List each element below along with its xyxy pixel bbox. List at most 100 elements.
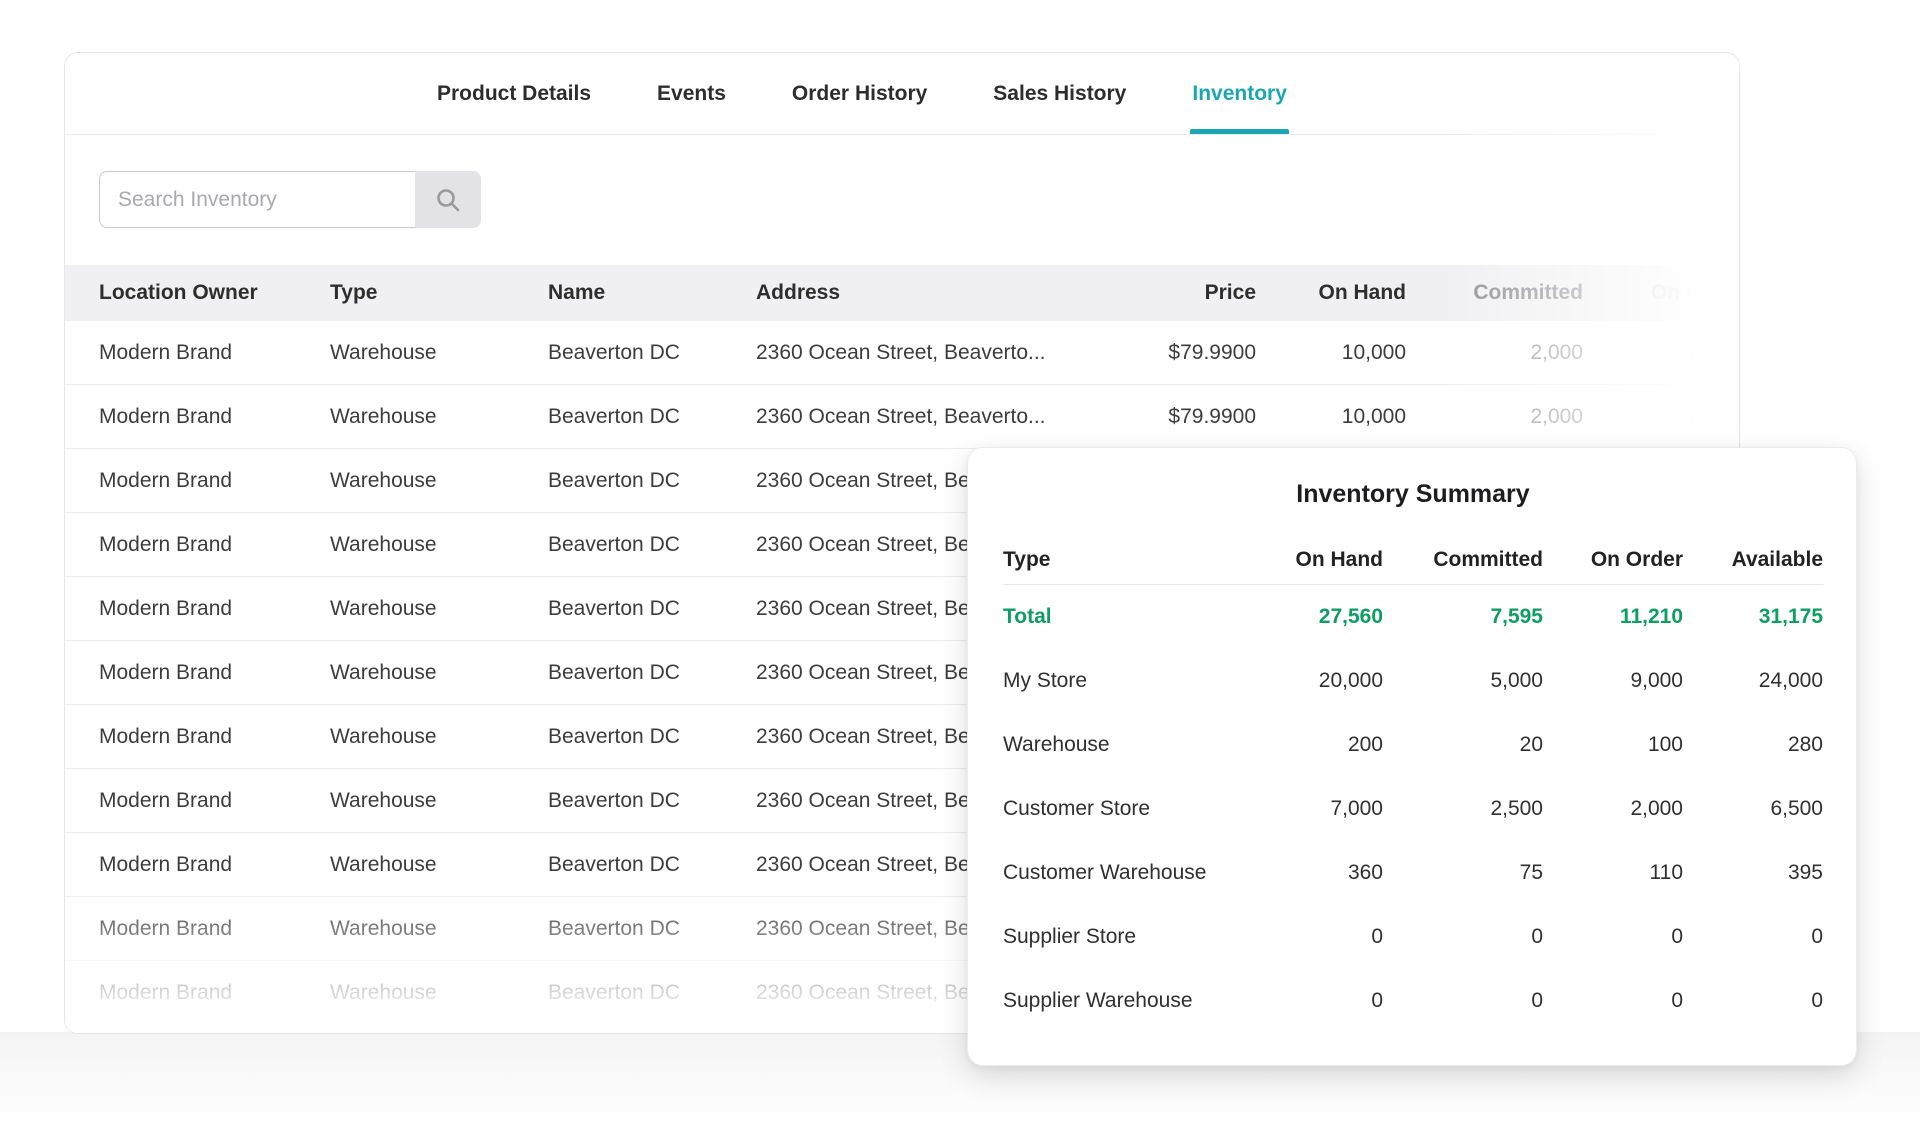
cell-on-hand: 10,000 <box>1256 405 1406 429</box>
col-committed: Committed <box>1406 281 1583 305</box>
tab-order-history[interactable]: Order History <box>792 53 927 134</box>
col-name: Name <box>548 281 756 305</box>
sum-cell-committed: 0 <box>1383 989 1543 1013</box>
cell-type: Warehouse <box>330 661 548 685</box>
sum-cell-available: 395 <box>1683 861 1823 885</box>
sum-cell-available: 0 <box>1683 925 1823 949</box>
sum-cell-type: My Store <box>1003 669 1233 693</box>
sum-cell-committed: 75 <box>1383 861 1543 885</box>
cell-name: Beaverton DC <box>548 661 756 685</box>
sum-cell-on-hand: 7,000 <box>1233 797 1383 821</box>
table-row[interactable]: Modern Brand Warehouse Beaverton DC 2360… <box>65 385 1739 449</box>
search-icon <box>435 187 461 213</box>
tab-product-details[interactable]: Product Details <box>437 53 591 134</box>
cell-name: Beaverton DC <box>548 341 756 365</box>
cell-type: Warehouse <box>330 981 548 1005</box>
cell-location-owner: Modern Brand <box>99 981 330 1005</box>
col-on-hand: On Hand <box>1256 281 1406 305</box>
tab-inventory[interactable]: Inventory <box>1192 53 1287 134</box>
cell-name: Beaverton DC <box>548 469 756 493</box>
col-type: Type <box>330 281 548 305</box>
summary-row: Supplier Store 0 0 0 0 <box>1003 905 1823 969</box>
search-button[interactable] <box>415 171 481 228</box>
sum-cell-on-order: 0 <box>1543 989 1683 1013</box>
sum-cell-available: 280 <box>1683 733 1823 757</box>
cell-name: Beaverton DC <box>548 853 756 877</box>
cell-on-hand: 10,000 <box>1256 341 1406 365</box>
cell-type: Warehouse <box>330 405 548 429</box>
sum-cell-on-order: 110 <box>1543 861 1683 885</box>
sum-cell-on-order: 100 <box>1543 733 1683 757</box>
cell-location-owner: Modern Brand <box>99 725 330 749</box>
cell-location-owner: Modern Brand <box>99 469 330 493</box>
cell-location-owner: Modern Brand <box>99 405 330 429</box>
cell-type: Warehouse <box>330 725 548 749</box>
sum-col-committed: Committed <box>1383 548 1543 572</box>
sum-cell-available: 0 <box>1683 989 1823 1013</box>
tab-events[interactable]: Events <box>657 53 726 134</box>
summary-row: Total 27,560 7,595 11,210 31,175 <box>1003 585 1823 649</box>
col-address: Address <box>756 281 1066 305</box>
cell-on-order: 6,000 <box>1583 341 1740 365</box>
summary-row: Supplier Warehouse 0 0 0 0 <box>1003 969 1823 1033</box>
cell-name: Beaverton DC <box>548 789 756 813</box>
search-box <box>99 171 481 228</box>
sum-cell-on-hand: 0 <box>1233 989 1383 1013</box>
summary-row: Customer Store 7,000 2,500 2,000 6,500 <box>1003 777 1823 841</box>
sum-cell-available: 6,500 <box>1683 797 1823 821</box>
sum-cell-type: Customer Store <box>1003 797 1233 821</box>
search-input[interactable] <box>99 171 415 228</box>
cell-name: Beaverton DC <box>548 917 756 941</box>
sum-cell-available: 24,000 <box>1683 669 1823 693</box>
cell-address: 2360 Ocean Street, Beaverto... <box>756 405 1066 429</box>
sum-cell-on-hand: 0 <box>1233 925 1383 949</box>
cell-name: Beaverton DC <box>548 533 756 557</box>
sum-cell-on-hand: 20,000 <box>1233 669 1383 693</box>
col-on-order: On Order <box>1583 281 1740 305</box>
cell-price: $79.9900 <box>1066 405 1256 429</box>
inventory-table-header: Location Owner Type Name Address Price O… <box>65 265 1739 321</box>
sum-cell-available: 31,175 <box>1683 605 1823 629</box>
summary-header: Type On Hand Committed On Order Availabl… <box>1003 535 1823 585</box>
sum-cell-on-order: 2,000 <box>1543 797 1683 821</box>
cell-price: $79.9900 <box>1066 341 1256 365</box>
sum-cell-on-hand: 27,560 <box>1233 605 1383 629</box>
sum-cell-on-order: 9,000 <box>1543 669 1683 693</box>
cell-type: Warehouse <box>330 469 548 493</box>
popup-title: Inventory Summary <box>1003 480 1823 509</box>
cell-name: Beaverton DC <box>548 597 756 621</box>
cell-on-order: 6,000 <box>1583 405 1740 429</box>
cell-name: Beaverton DC <box>548 981 756 1005</box>
cell-location-owner: Modern Brand <box>99 789 330 813</box>
cell-address: 2360 Ocean Street, Beaverto... <box>756 341 1066 365</box>
tab-sales-history[interactable]: Sales History <box>993 53 1126 134</box>
sum-cell-type: Total <box>1003 605 1233 629</box>
col-price: Price <box>1066 281 1256 305</box>
cell-location-owner: Modern Brand <box>99 533 330 557</box>
sum-cell-type: Customer Warehouse <box>1003 861 1233 885</box>
table-row[interactable]: Modern Brand Warehouse Beaverton DC 2360… <box>65 321 1739 385</box>
sum-cell-type: Supplier Warehouse <box>1003 989 1233 1013</box>
sum-col-type: Type <box>1003 548 1233 572</box>
sum-cell-committed: 7,595 <box>1383 605 1543 629</box>
cell-type: Warehouse <box>330 917 548 941</box>
col-location-owner: Location Owner <box>99 281 330 305</box>
sum-cell-committed: 5,000 <box>1383 669 1543 693</box>
cell-type: Warehouse <box>330 341 548 365</box>
inventory-summary-popup: Inventory Summary Type On Hand Committed… <box>967 447 1857 1066</box>
cell-name: Beaverton DC <box>548 405 756 429</box>
summary-row: Customer Warehouse 360 75 110 395 <box>1003 841 1823 905</box>
tab-bar: Product Details Events Order History Sal… <box>65 53 1739 135</box>
cell-location-owner: Modern Brand <box>99 661 330 685</box>
sum-cell-committed: 2,500 <box>1383 797 1543 821</box>
cell-type: Warehouse <box>330 853 548 877</box>
cell-location-owner: Modern Brand <box>99 597 330 621</box>
sum-cell-type: Warehouse <box>1003 733 1233 757</box>
cell-type: Warehouse <box>330 789 548 813</box>
cell-committed: 2,000 <box>1406 341 1583 365</box>
cell-name: Beaverton DC <box>548 725 756 749</box>
sum-cell-on-hand: 200 <box>1233 733 1383 757</box>
sum-cell-on-order: 11,210 <box>1543 605 1683 629</box>
sum-cell-on-order: 0 <box>1543 925 1683 949</box>
sum-col-on-order: On Order <box>1543 548 1683 572</box>
